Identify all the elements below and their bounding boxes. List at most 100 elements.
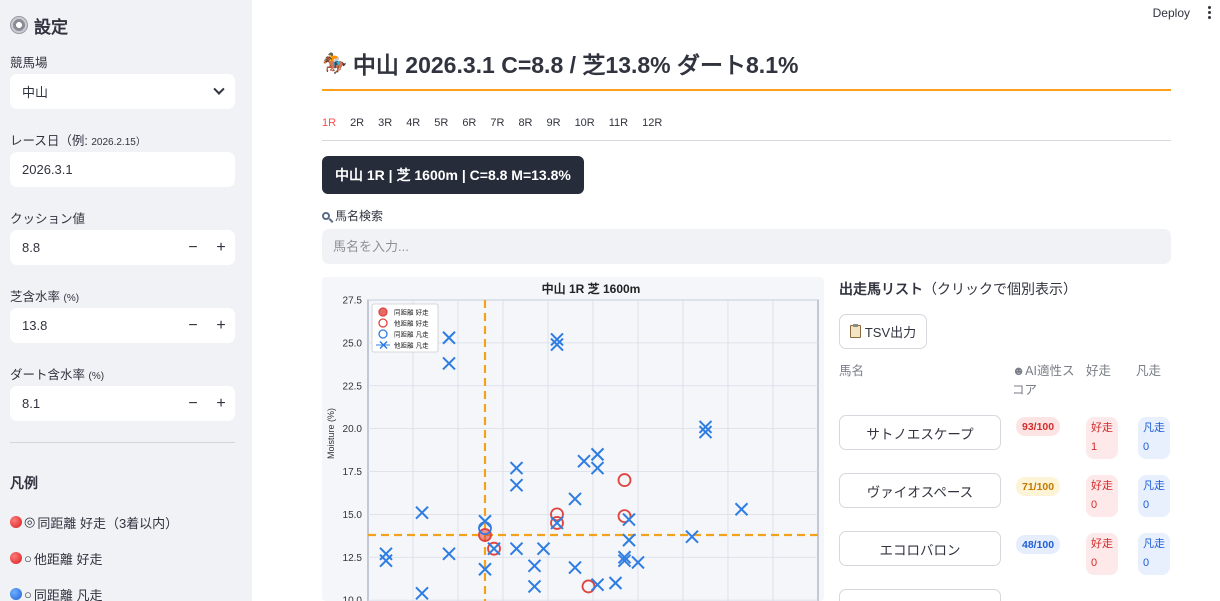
column-header-name: 馬名 [839, 364, 865, 378]
legend-text: 同距離 好走（3着以内） [37, 515, 179, 531]
score-badge: 93/100 [1016, 417, 1061, 436]
cushion-label: クッション値 [10, 212, 86, 226]
tab-11r[interactable]: 11R [609, 117, 628, 131]
tab-12r[interactable]: 12R [642, 117, 662, 131]
bad-label: 凡走 [1143, 422, 1165, 434]
more-menu-icon[interactable] [1208, 6, 1212, 21]
turf-moisture-value[interactable]: 13.8 [10, 318, 179, 333]
legend-symbol: ○ [24, 586, 32, 601]
good-count: 1 [1091, 441, 1098, 453]
y-tick-label: 20.0 [343, 424, 363, 435]
tsv-export-label: TSV出力 [864, 325, 917, 340]
sidebar: 設定 競馬場 中山 レース日（例: 2026.2.15） 2026.3.1 クッ… [0, 0, 252, 601]
scatter-chart: 中山 1R 芝 1600m 10.0 12.5 15.0 17.5 20.0 22.5 25.… [322, 277, 824, 601]
dirt-moisture-value[interactable]: 8.1 [10, 396, 179, 411]
turf-moisture-label: 芝含水率 (%) [10, 286, 242, 304]
robot-icon: ☻ [1012, 364, 1026, 378]
course-select[interactable]: 中山 [10, 74, 235, 109]
title-divider [322, 89, 1171, 91]
y-tick-label: 15.0 [343, 510, 363, 521]
race-tabs: 1R 2R 3R 4R 5R 6R 7R 8R 9R 10R 11R 12R [322, 117, 676, 131]
dirt-decrement-button[interactable]: − [179, 395, 207, 413]
turf-moisture-input[interactable]: 13.8 − + [10, 308, 235, 343]
bad-count: 0 [1143, 557, 1150, 569]
legend-text: 他距離 好走 [33, 551, 103, 567]
y-tick-label: 22.5 [343, 381, 363, 392]
scatter-chart-svg: 中山 1R 芝 1600m 10.0 12.5 15.0 17.5 20.0 22.5 25.… [326, 281, 819, 601]
sidebar-divider [10, 442, 235, 443]
search-label-text: 馬名検索 [335, 209, 384, 223]
dirt-label-main: ダート含水率 [10, 368, 86, 382]
legend-label: 他距離 凡走 [394, 341, 429, 350]
race-info-badge: 中山 1R | 芝 1600m | C=8.8 M=13.8% [322, 156, 584, 194]
legend-item: ○ 同距離 凡走 [10, 585, 242, 601]
cushion-increment-button[interactable]: + [207, 239, 235, 257]
horse-button[interactable]: ヴァイオスペース [839, 473, 1001, 508]
chart-title: 中山 1R 芝 1600m [542, 281, 641, 296]
bad-count-badge: 凡走 0 [1138, 533, 1170, 575]
legend-marker [378, 307, 388, 317]
page-title-text: 中山 2026.3.1 C=8.8 / 芝13.8% ダート8.1% [352, 52, 799, 78]
horse-button[interactable]: エコロバロン [839, 531, 1001, 566]
horse-button[interactable]: サトノエスケープ [839, 415, 1001, 450]
y-tick-label: 17.5 [343, 467, 363, 478]
legend-text: 同距離 凡走 [33, 587, 103, 601]
legend-title: 凡例 [10, 475, 38, 491]
tab-5r[interactable]: 5R [434, 117, 448, 131]
course-select-value: 中山 [22, 85, 49, 100]
date-label-main: レース日（例: [10, 134, 88, 148]
turf-decrement-button[interactable]: − [179, 317, 207, 335]
red-circle-icon [10, 516, 22, 528]
tab-divider [322, 140, 1171, 141]
chevron-down-icon [213, 83, 225, 95]
legend-label: 同距離 凡走 [394, 330, 429, 339]
tab-4r[interactable]: 4R [406, 117, 420, 131]
tab-2r[interactable]: 2R [350, 117, 364, 131]
turf-label-main: 芝含水率 [10, 290, 61, 304]
horse-list-title: 出走馬リスト（クリックで個別表示） [839, 279, 1077, 299]
bad-count: 0 [1143, 441, 1150, 453]
cushion-number-input[interactable]: 8.8 − + [10, 230, 235, 265]
horse-button[interactable] [839, 589, 1001, 601]
date-input[interactable]: 2026.3.1 [10, 152, 235, 187]
tab-3r[interactable]: 3R [378, 117, 392, 131]
good-count: 0 [1091, 499, 1098, 511]
turf-increment-button[interactable]: + [207, 317, 235, 335]
legend-symbol: ◎ [24, 514, 36, 529]
sidebar-title-text: 設定 [34, 17, 68, 37]
date-label: レース日（例: 2026.2.15） [10, 130, 242, 148]
good-count-badge: 好走 1 [1086, 417, 1118, 459]
tab-10r[interactable]: 10R [575, 117, 595, 131]
legend-item: ○ 他距離 好走 [10, 549, 242, 567]
deploy-button[interactable]: Deploy [1153, 6, 1190, 20]
bad-label: 凡走 [1143, 480, 1165, 492]
column-header-score: ☻AI適性ス コア [1012, 362, 1074, 400]
score-badge: 71/100 [1016, 477, 1061, 496]
turf-label-unit: (%) [63, 293, 80, 304]
dirt-moisture-input[interactable]: 8.1 − + [10, 386, 235, 421]
bad-label: 凡走 [1143, 538, 1165, 550]
bad-count-badge: 凡走 0 [1138, 475, 1170, 517]
column-header-score-line1: AI適性ス [1025, 364, 1075, 378]
sidebar-title: 設定 [10, 12, 242, 38]
dirt-increment-button[interactable]: + [207, 395, 235, 413]
tab-7r[interactable]: 7R [490, 117, 504, 131]
y-tick-label: 12.5 [343, 553, 363, 564]
y-tick-label: 25.0 [343, 338, 363, 349]
tab-9r[interactable]: 9R [547, 117, 561, 131]
good-label: 好走 [1091, 538, 1113, 550]
good-label: 好走 [1091, 480, 1113, 492]
tab-6r[interactable]: 6R [462, 117, 476, 131]
legend-label: 同距離 好走 [394, 308, 429, 317]
tab-1r[interactable]: 1R [322, 117, 336, 131]
date-label-example: 2026.2.15） [91, 137, 146, 148]
horse-search-input[interactable] [322, 229, 1171, 264]
tab-8r[interactable]: 8R [518, 117, 532, 131]
cushion-decrement-button[interactable]: − [179, 239, 207, 257]
cushion-value[interactable]: 8.8 [10, 240, 179, 255]
tsv-export-button[interactable]: TSV出力 [839, 314, 927, 349]
dirt-moisture-label: ダート含水率 (%) [10, 364, 242, 382]
y-tick-label: 10.0 [343, 596, 363, 601]
column-header-good: 好走 [1086, 364, 1112, 378]
clipboard-icon [849, 324, 861, 338]
